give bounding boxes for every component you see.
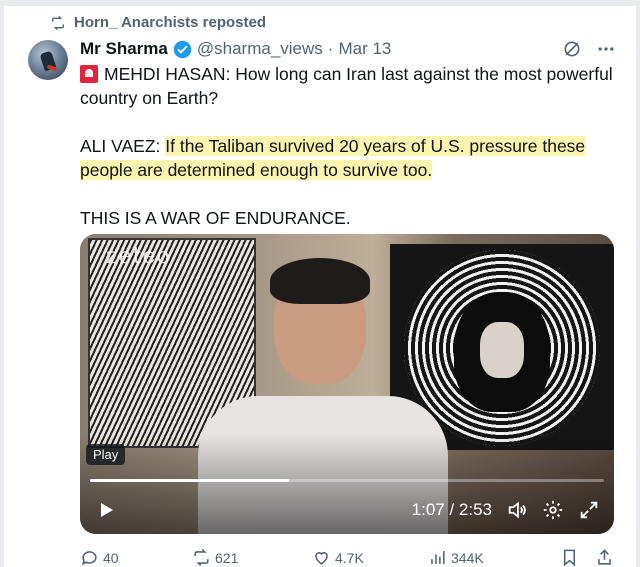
play-tooltip: Play	[86, 444, 126, 465]
video-time: 1:07 / 2:53	[411, 500, 492, 519]
tweet-date[interactable]: Mar 13	[338, 39, 391, 59]
tweet-header: Mr Sharma @sharma_views · Mar 13	[80, 38, 616, 60]
separator-dot: ·	[327, 39, 334, 58]
views-icon	[431, 551, 445, 564]
share-icon[interactable]	[595, 548, 614, 567]
verified-icon	[173, 40, 192, 58]
views-button[interactable]: 344K	[428, 548, 546, 567]
avatar[interactable]	[28, 40, 68, 80]
repost-indicator[interactable]: Horn_ Anarchists reposted	[50, 14, 266, 31]
author-handle[interactable]: @sharma_views	[197, 39, 323, 59]
reply-count: 40	[103, 549, 119, 566]
grok-icon[interactable]	[562, 39, 582, 59]
volume-icon[interactable]	[506, 499, 528, 521]
play-icon[interactable]	[94, 498, 118, 522]
bookmark-icon[interactable]	[560, 548, 579, 567]
reply-button[interactable]: 40	[80, 548, 192, 567]
more-icon[interactable]	[596, 39, 616, 59]
video-controls: 1:07 / 2:53	[80, 490, 614, 530]
tweet-line-2-prefix: ALI VAEZ:	[80, 136, 166, 156]
wall-art-portrait	[454, 292, 550, 412]
repost-action-icon	[194, 549, 209, 566]
repost-count: 621	[215, 549, 239, 566]
settings-icon[interactable]	[542, 499, 564, 521]
like-count: 4.7K	[335, 549, 364, 566]
progress-fill	[90, 479, 289, 482]
repost-icon	[52, 15, 64, 30]
tweet-line-2: ALI VAEZ: If the Taliban survived 20 yea…	[80, 134, 620, 182]
views-count: 344K	[451, 549, 484, 566]
divider	[4, 0, 636, 6]
author-name[interactable]: Mr Sharma	[80, 39, 168, 59]
progress-bar[interactable]	[90, 479, 604, 482]
tweet-card[interactable]: Horn_ Anarchists reposted Mr Sharma @sha…	[4, 0, 636, 567]
repost-label: Horn_ Anarchists reposted	[74, 14, 266, 31]
reply-icon	[81, 551, 97, 566]
end-actions	[560, 548, 614, 567]
video-player[interactable]: zeteo Play 1:07 / 2:53	[80, 234, 614, 534]
like-button[interactable]: 4.7K	[312, 548, 428, 567]
tweet-text: MEHDI HASAN: How long can Iran last agai…	[80, 62, 620, 254]
tweet-actions: 40 621 4.7K 344K	[80, 548, 614, 567]
tweet-line-3: THIS IS A WAR OF ENDURANCE.	[80, 206, 620, 230]
tweet-line-1: MEHDI HASAN: How long can Iran last agai…	[80, 62, 620, 110]
tweet-line-3-text: THIS IS A WAR OF ENDURANCE.	[80, 208, 351, 228]
video-watermark: zeteo	[106, 244, 171, 269]
header-actions	[562, 39, 616, 59]
speaker-hair	[270, 258, 370, 304]
fullscreen-icon[interactable]	[578, 499, 600, 521]
heart-icon	[315, 552, 328, 565]
tweet-line-1-text: MEHDI HASAN: How long can Iran last agai…	[80, 64, 613, 108]
siren-icon	[80, 65, 98, 83]
repost-button[interactable]: 621	[192, 548, 312, 567]
